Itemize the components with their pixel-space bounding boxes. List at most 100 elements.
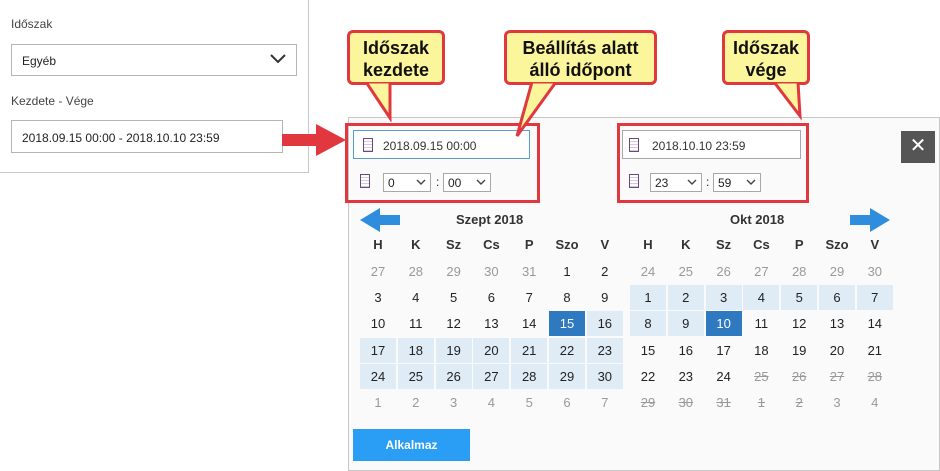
calendar-day[interactable]: 11: [743, 311, 779, 336]
calendar-day[interactable]: 30: [473, 259, 509, 284]
calendar-day[interactable]: 5: [511, 390, 547, 415]
calendar-day[interactable]: 7: [511, 285, 547, 310]
calendar-day: 30: [678, 395, 694, 410]
month-title-oct: Okt 2018: [730, 212, 785, 227]
calendar-day[interactable]: 10: [360, 311, 396, 336]
calendar-day[interactable]: 26: [706, 259, 742, 284]
calendar-day[interactable]: 14: [511, 311, 547, 336]
calendar-day[interactable]: 4: [857, 390, 893, 415]
calendar-day[interactable]: 3: [436, 390, 472, 415]
calendar-day[interactable]: 15: [549, 311, 585, 337]
calendar-day[interactable]: 19: [435, 337, 472, 363]
calendar-day[interactable]: 23: [586, 337, 623, 363]
calendar-day[interactable]: 13: [819, 311, 855, 336]
calendar-day[interactable]: 31: [511, 259, 547, 284]
calendar-day[interactable]: 20: [819, 338, 855, 363]
close-icon: ✕: [909, 135, 927, 157]
calendar-day[interactable]: 4: [398, 285, 434, 310]
calendar-day[interactable]: 17: [706, 338, 742, 363]
calendar-day[interactable]: 20: [473, 337, 510, 363]
calendar-day[interactable]: 4: [743, 285, 780, 311]
weekday-header: Szo: [825, 237, 849, 252]
calendar-day[interactable]: 18: [743, 338, 779, 363]
calendar-day[interactable]: 4: [473, 390, 509, 415]
calendar-day[interactable]: 21: [857, 338, 893, 363]
prev-month-arrow-icon[interactable]: [360, 208, 400, 232]
calendar-day[interactable]: 24: [360, 363, 396, 389]
calendar-day[interactable]: 14: [857, 311, 893, 336]
date-range-input[interactable]: 2018.09.15 00:00 - 2018.10.10 23:59: [11, 120, 283, 153]
callout-pointer: [364, 82, 392, 122]
calendar-day[interactable]: 7: [587, 390, 623, 415]
calendar-day[interactable]: 29: [819, 259, 855, 284]
calendar-day[interactable]: 5: [436, 285, 472, 310]
weekday-header: Cs: [483, 237, 500, 252]
close-button[interactable]: ✕: [901, 131, 935, 163]
calendar-day[interactable]: 22: [549, 337, 585, 363]
calendar-day[interactable]: 29: [436, 259, 472, 284]
calendar-day[interactable]: 9: [587, 285, 623, 310]
calendar-day[interactable]: 2: [587, 259, 623, 284]
calendar-day[interactable]: 29: [549, 363, 585, 389]
weekday-header: Cs: [753, 237, 770, 252]
calendar-day[interactable]: 28: [511, 363, 548, 389]
next-month-arrow-icon[interactable]: [850, 208, 890, 232]
calendar-day[interactable]: 25: [397, 363, 434, 389]
calendar-day[interactable]: 23: [668, 364, 704, 389]
calendar-day[interactable]: 8: [630, 311, 666, 337]
calendar-day[interactable]: 9: [667, 311, 704, 337]
calendar-day[interactable]: 2: [398, 390, 434, 415]
weekday-header: H: [373, 237, 383, 252]
calendar-day[interactable]: 24: [630, 259, 666, 284]
calendar-day[interactable]: 7: [856, 285, 893, 311]
calendar-day[interactable]: 28: [781, 259, 817, 284]
calendar-day[interactable]: 2: [667, 285, 704, 311]
calendar-day[interactable]: 6: [473, 285, 509, 310]
calendar-day[interactable]: 5: [781, 285, 818, 311]
calendar-day: 25: [754, 368, 769, 384]
callout-current-time: Beállítás alatt álló időpont: [504, 30, 657, 85]
calendar-day[interactable]: 11: [398, 311, 434, 336]
calendar-day[interactable]: 22: [630, 364, 666, 389]
calendar-day[interactable]: 19: [781, 338, 817, 363]
calendar-day[interactable]: 3: [360, 285, 396, 310]
calendar-day[interactable]: 27: [743, 259, 779, 284]
weekday-header: V: [870, 237, 880, 252]
calendar-day: 26: [791, 368, 807, 384]
calendar-day[interactable]: 30: [857, 259, 893, 284]
calendar-day[interactable]: 1: [549, 259, 585, 284]
calendar-day[interactable]: 21: [511, 337, 548, 363]
calendar-day[interactable]: 10: [705, 311, 742, 337]
calendar-day[interactable]: 6: [549, 390, 585, 415]
calendar-day[interactable]: 12: [781, 311, 817, 336]
calendar-day[interactable]: 25: [668, 259, 704, 284]
calendar-day[interactable]: 6: [819, 285, 855, 311]
calendar-day: 31: [716, 395, 731, 410]
calendar-day[interactable]: 24: [706, 364, 742, 389]
period-select[interactable]: Egyéb: [11, 44, 297, 76]
weekday-header: Sz: [716, 237, 732, 252]
calendar-day[interactable]: 1: [630, 285, 666, 311]
calendar-day[interactable]: 16: [668, 338, 704, 363]
calendar-day[interactable]: 28: [398, 259, 434, 284]
calendar-day: 29: [640, 395, 656, 410]
calendar-day[interactable]: 26: [435, 363, 472, 389]
calendar-day[interactable]: 8: [549, 285, 585, 310]
weekday-header: Szo: [555, 237, 579, 252]
calendar-day[interactable]: 17: [360, 337, 396, 363]
apply-button[interactable]: Alkalmaz: [353, 429, 470, 461]
calendar-day[interactable]: 13: [473, 311, 509, 336]
calendar-day[interactable]: 18: [397, 337, 434, 363]
period-label: Időszak: [11, 17, 53, 31]
calendar-day[interactable]: 15: [630, 338, 666, 363]
calendar-day[interactable]: 12: [436, 311, 472, 336]
calendar-day[interactable]: 27: [360, 259, 396, 284]
calendar-day[interactable]: 27: [473, 363, 510, 389]
start-highlight-box: [345, 123, 540, 203]
calendar-day[interactable]: 30: [586, 363, 623, 389]
calendar-day: 2: [795, 395, 803, 410]
calendar-day[interactable]: 16: [586, 311, 623, 337]
calendar-day[interactable]: 1: [360, 390, 396, 415]
calendar-day[interactable]: 3: [705, 285, 742, 311]
calendar-day[interactable]: 3: [819, 390, 855, 415]
